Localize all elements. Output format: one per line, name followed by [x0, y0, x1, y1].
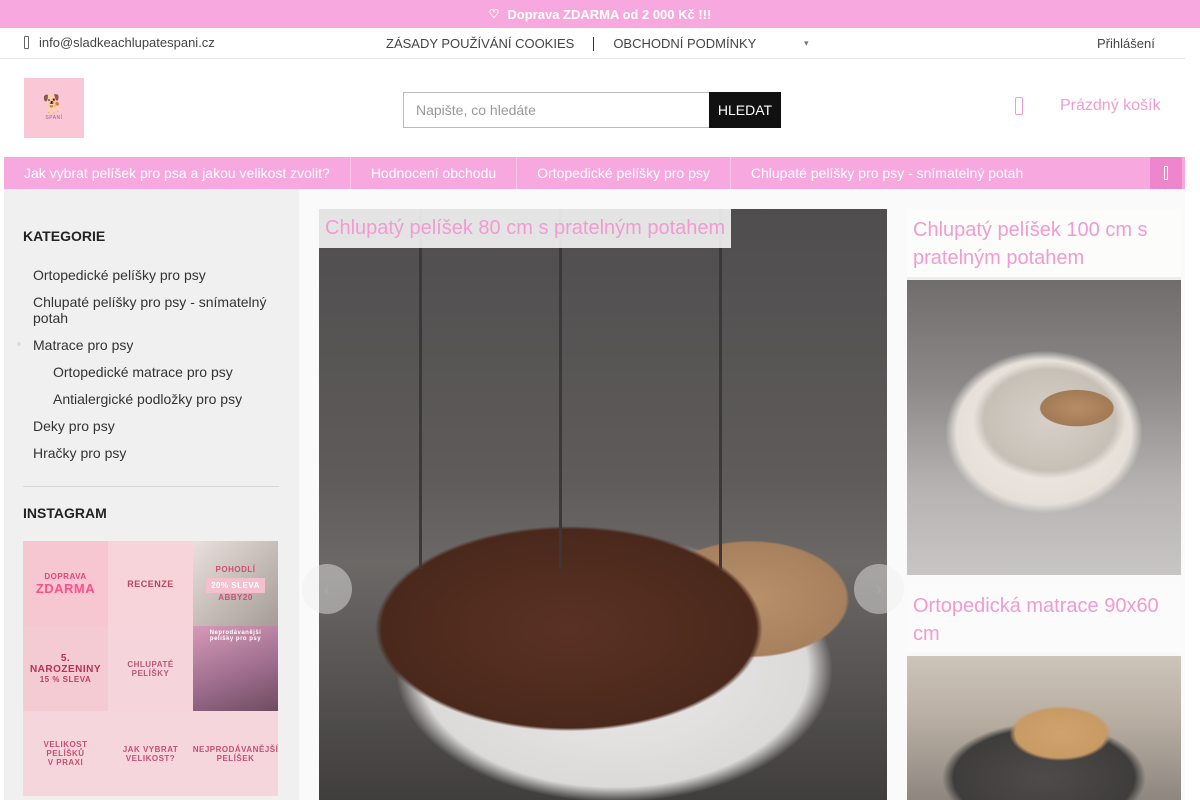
- instagram-grid: DOPRAVA ZDARMA RECENZE POHODLÍ 20% SLEVA…: [23, 541, 279, 797]
- instagram-post-text: CHLUPATÉ PELÍŠKY: [127, 659, 174, 678]
- instagram-post[interactable]: POHODLÍ 20% SLEVA ABBY20: [193, 541, 278, 626]
- instagram-post[interactable]: DOPRAVA ZDARMA: [23, 541, 108, 626]
- product-photo[interactable]: [907, 652, 1181, 800]
- featured-product[interactable]: Chlupatý pelíšek 80 cm s pratelným potah…: [319, 209, 887, 800]
- nav-item-orthopedic[interactable]: Ortopedické pelíšky pro psy: [517, 157, 731, 189]
- heart-icon: ♡: [488, 7, 500, 21]
- cart-label[interactable]: Prázdný košík: [1060, 97, 1160, 115]
- logo-text: SPANÍ: [45, 115, 63, 121]
- featured-product-title[interactable]: Chlupatý pelíšek 80 cm s pratelným potah…: [319, 209, 732, 248]
- instagram-post-text: DOPRAVA: [44, 571, 87, 581]
- product-card[interactable]: Ortopedická matrace 90x60 cm: [907, 585, 1181, 800]
- search-form: HLEDAT: [403, 92, 781, 128]
- nav-item-size-guide[interactable]: Jak vybrat pelíšek pro psa a jakou velik…: [4, 157, 351, 189]
- instagram-post[interactable]: NEJPRODÁVANĚJŠÍ PELÍŠEK: [193, 711, 278, 796]
- main-nav: Jak vybrat pelíšek pro psa a jakou velik…: [4, 157, 1185, 189]
- contact-email[interactable]: info@sladkeachlupatespani.cz: [24, 35, 215, 50]
- instagram-post[interactable]: RECENZE: [108, 541, 193, 626]
- instagram-post[interactable]: 5. NAROZENINY 15 % SLEVA: [23, 626, 108, 711]
- email-text[interactable]: info@sladkeachlupatespani.cz: [39, 35, 215, 50]
- instagram-post-text: VELIKOST?: [125, 753, 176, 763]
- chevron-right-icon[interactable]: ›: [854, 564, 904, 614]
- instagram-post-text: POHODLÍ: [215, 565, 256, 574]
- top-links: ZÁSADY POUŽÍVÁNÍ COOKIES OBCHODNÍ PODMÍN…: [386, 36, 756, 51]
- instagram-post[interactable]: JAK VYBRAT VELIKOST?: [108, 711, 193, 796]
- top-bar: info@sladkeachlupatespani.cz ZÁSADY POUŽ…: [0, 28, 1185, 59]
- instagram-post-text: JAK VYBRAT: [122, 744, 179, 754]
- background-stripe: [559, 209, 562, 569]
- categories-heading: KATEGORIE: [23, 228, 106, 244]
- category-list: Ortopedické pelíšky pro psy Chlupaté pel…: [17, 267, 283, 472]
- nav-item-fluffy[interactable]: Chlupaté pelíšky pro psy - snímatelný po…: [731, 157, 1043, 189]
- dogs-logo-icon: 🐕: [42, 94, 66, 114]
- category-item[interactable]: Deky pro psy: [33, 418, 283, 434]
- instagram-post-text: 15 % SLEVA: [39, 675, 92, 684]
- instagram-post-text: RECENZE: [127, 578, 174, 589]
- sidebar-divider: [23, 486, 279, 487]
- product-title[interactable]: Chlupatý pelíšek 100 cm s pratelným pota…: [907, 209, 1181, 280]
- instagram-post-text: 20% SLEVA: [206, 578, 265, 593]
- phone-icon: [24, 36, 29, 49]
- chevron-down-icon[interactable]: ▾: [804, 38, 809, 49]
- category-item[interactable]: Matrace pro psy: [17, 337, 283, 353]
- nav-item-reviews[interactable]: Hodnocení obchodu: [351, 157, 518, 189]
- product-title[interactable]: Ortopedická matrace 90x60 cm: [907, 585, 1181, 656]
- category-item[interactable]: Hračky pro psy: [33, 445, 283, 461]
- chevron-left-icon[interactable]: ‹: [302, 564, 352, 614]
- link-cookies[interactable]: ZÁSADY POUŽÍVÁNÍ COOKIES: [386, 36, 574, 51]
- instagram-heading: INSTAGRAM: [23, 505, 107, 521]
- logo[interactable]: 🐕 SPANÍ: [24, 78, 84, 138]
- product-card[interactable]: Chlupatý pelíšek 100 cm s pratelným pota…: [907, 209, 1181, 575]
- background-stripe: [419, 209, 422, 569]
- promo-text: Doprava ZDARMA od 2 000 Kč !!!: [507, 6, 712, 22]
- category-item[interactable]: Ortopedické pelíšky pro psy: [33, 267, 283, 283]
- hamburger-icon[interactable]: [1150, 157, 1182, 189]
- cart-icon: [1015, 97, 1023, 115]
- instagram-post-text: Neprodávanější pelíšky pro psy: [209, 630, 262, 642]
- instagram-post-text: VELIKOST PELÍŠKŮ: [43, 740, 88, 758]
- instagram-post-text: ABBY20: [218, 593, 253, 602]
- instagram-post-text: V PRAXI: [47, 758, 84, 767]
- subcategory-item[interactable]: Antialergické podložky pro psy: [33, 391, 283, 407]
- instagram-post-text: PELÍŠEK: [216, 753, 255, 763]
- sidebar: KATEGORIE Ortopedické pelíšky pro psy Ch…: [4, 189, 299, 800]
- instagram-post[interactable]: Neprodávanější pelíšky pro psy: [193, 626, 278, 711]
- category-item[interactable]: Chlupaté pelíšky pro psy - snímatelný po…: [33, 294, 283, 326]
- instagram-post-text: ZDARMA: [35, 580, 96, 596]
- subcategory-item[interactable]: Ortopedické matrace pro psy: [33, 364, 283, 380]
- background-stripe: [719, 209, 722, 569]
- search-button[interactable]: HLEDAT: [709, 92, 781, 128]
- instagram-post-text: 5. NAROZENINY: [29, 653, 102, 675]
- link-separator: [593, 36, 595, 51]
- link-terms[interactable]: OBCHODNÍ PODMÍNKY: [613, 36, 756, 51]
- instagram-post[interactable]: CHLUPATÉ PELÍŠKY: [108, 626, 193, 711]
- instagram-post[interactable]: VELIKOST PELÍŠKŮ V PRAXI: [23, 711, 108, 796]
- login-link[interactable]: Přihlášení: [1097, 36, 1155, 51]
- cart[interactable]: Prázdný košík: [1015, 97, 1160, 115]
- product-photo[interactable]: [907, 277, 1181, 575]
- header: 🐕 SPANÍ HLEDAT Prázdný košík: [0, 59, 1185, 157]
- search-input[interactable]: [403, 92, 709, 128]
- promo-bar: ♡ Doprava ZDARMA od 2 000 Kč !!!: [0, 0, 1200, 28]
- instagram-post-text: NEJPRODÁVANĚJŠÍ: [193, 744, 278, 754]
